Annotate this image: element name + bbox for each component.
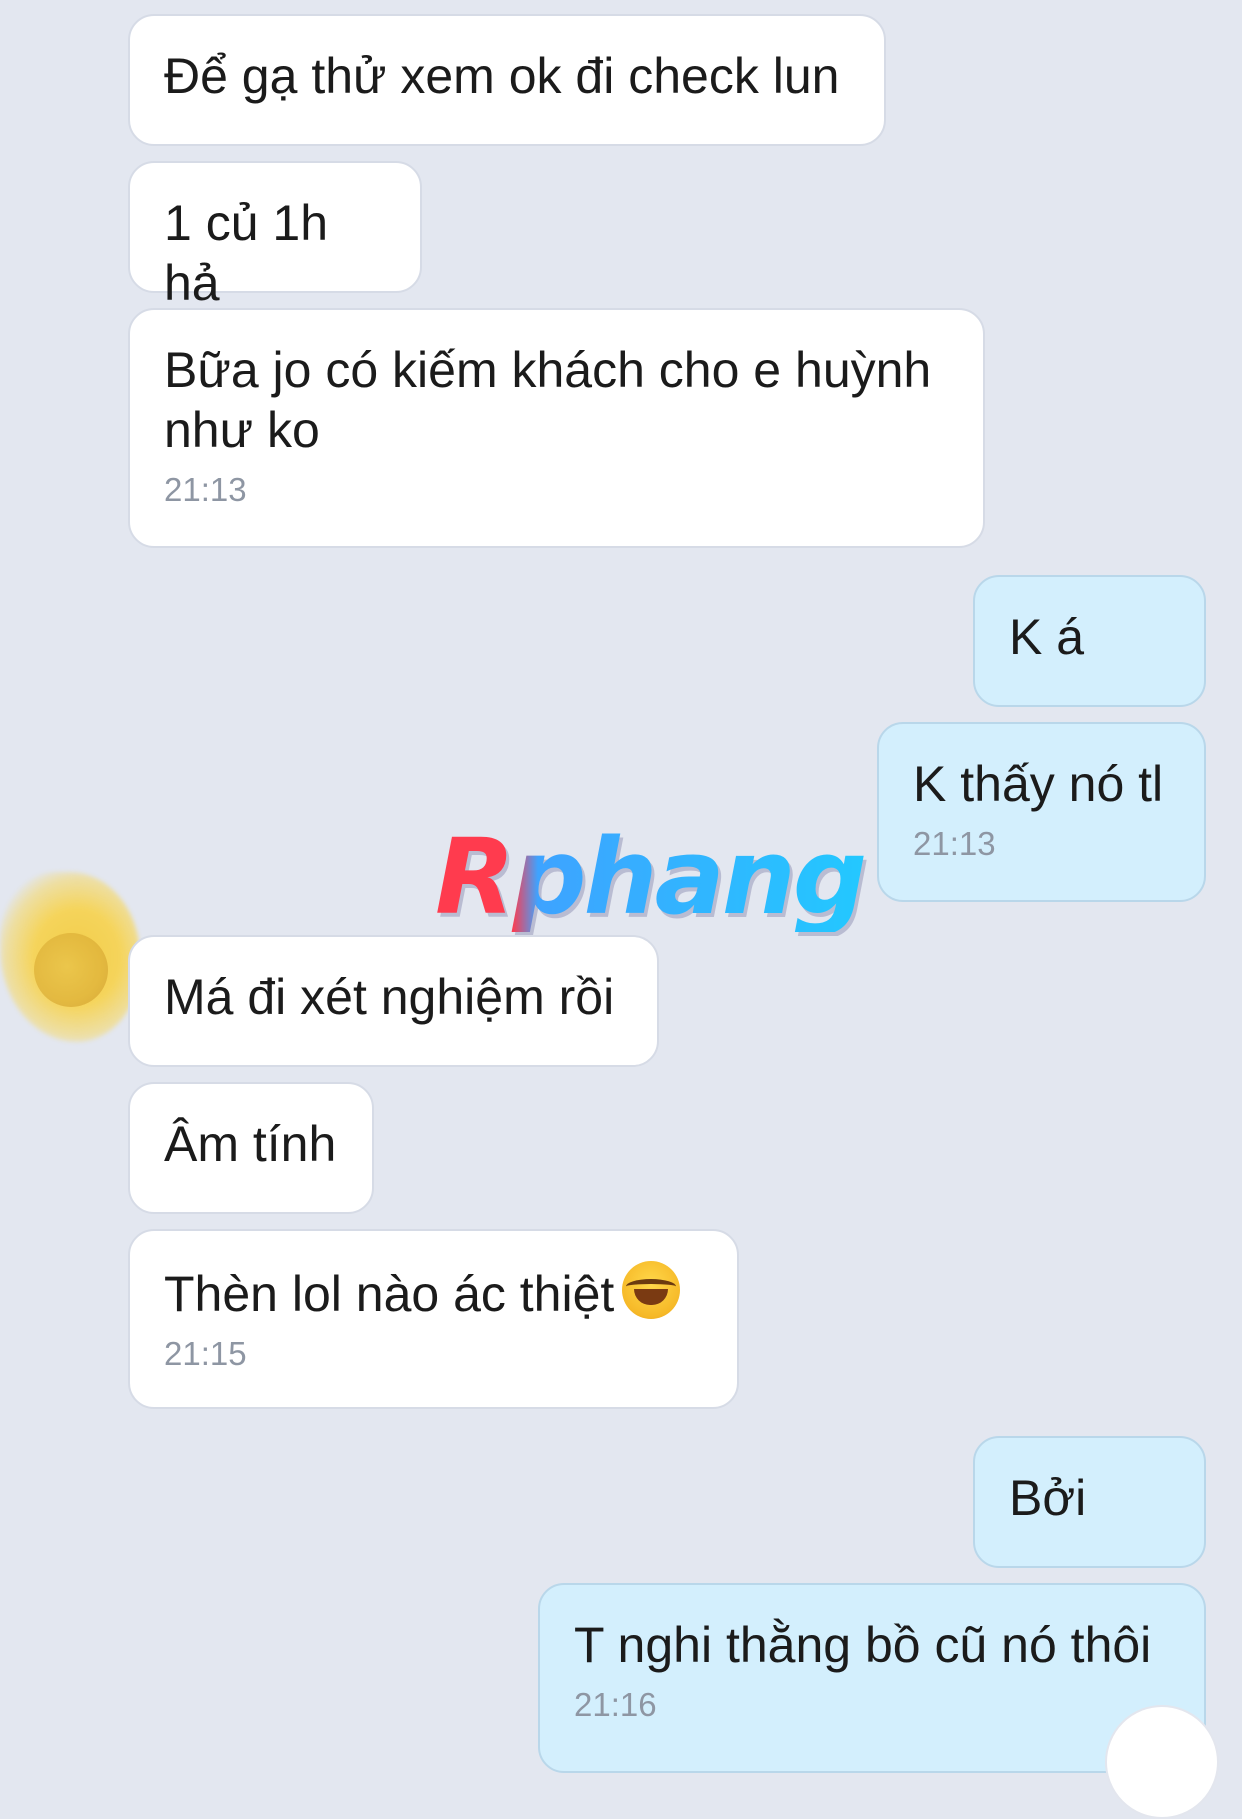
message-text: Thèn lol nào ác thiệt [164, 1261, 703, 1324]
message-bubble-incoming[interactable]: Thèn lol nào ác thiệt 21:15 [128, 1229, 739, 1409]
message-text: K á [1009, 609, 1085, 665]
message-bubble-outgoing[interactable]: K á [973, 575, 1206, 707]
message-timestamp: 21:13 [164, 471, 247, 508]
message-timestamp: 21:16 [574, 1686, 657, 1723]
contact-avatar-icon [34, 933, 108, 1007]
message-text: Má đi xét nghiệm rồi [164, 969, 615, 1025]
message-text: Bữa jo có kiếm khách cho e huỳnh như ko [164, 342, 932, 458]
laughing-emoji-icon [622, 1261, 681, 1319]
message-bubble-outgoing[interactable]: Bởi [973, 1436, 1206, 1568]
message-bubble-incoming[interactable]: Âm tính [128, 1082, 374, 1214]
message-bubble-incoming[interactable]: 1 củ 1h hả [128, 161, 422, 311]
message-bubble-incoming[interactable]: Bữa jo có kiếm khách cho e huỳnh như ko … [128, 308, 985, 548]
message-text: Âm tính [164, 1116, 337, 1172]
message-text: Để gạ thử xem ok đi check lun [164, 48, 840, 104]
scroll-to-bottom-button[interactable] [1105, 1705, 1219, 1819]
message-bubble-outgoing[interactable]: T nghi thằng bồ cũ nó thôi 21:16 [538, 1583, 1206, 1773]
message-text-content: Thèn lol nào ác thiệt [164, 1266, 615, 1322]
message-timestamp: 21:13 [913, 825, 996, 862]
watermark-logo: Rphang [435, 816, 867, 938]
message-text: Bởi [1009, 1470, 1087, 1526]
message-text: K thấy nó tl [913, 756, 1164, 812]
message-text: 1 củ 1h hả [164, 195, 342, 311]
message-bubble-outgoing[interactable]: K thấy nó tl 21:13 [877, 722, 1206, 902]
message-text: T nghi thằng bồ cũ nó thôi [574, 1617, 1152, 1673]
message-timestamp: 21:15 [164, 1335, 247, 1372]
message-bubble-incoming[interactable]: Để gạ thử xem ok đi check lun [128, 14, 886, 146]
message-bubble-incoming[interactable]: Má đi xét nghiệm rồi [128, 935, 659, 1067]
